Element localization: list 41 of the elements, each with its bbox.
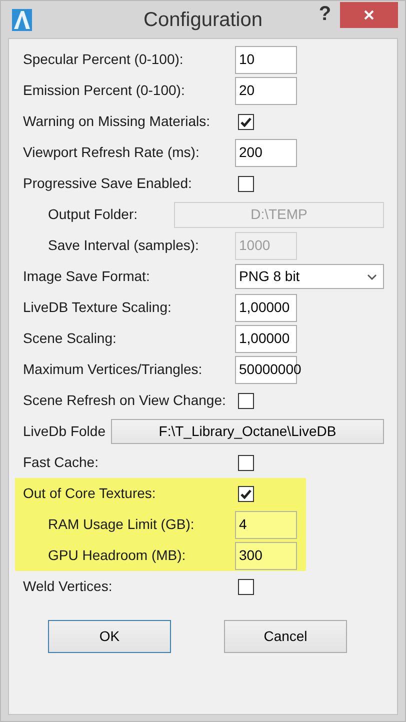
close-button[interactable]: [340, 2, 398, 28]
input-field[interactable]: 4: [235, 510, 297, 538]
field-label: LiveDB Texture Scaling:: [23, 298, 172, 317]
app-logo-icon: [12, 9, 32, 31]
input-field[interactable]: 1,00000: [235, 324, 297, 352]
field-label: Emission Percent (0-100):: [23, 81, 186, 100]
input-field[interactable]: 10: [235, 46, 297, 74]
field-label: Specular Percent (0-100):: [23, 50, 184, 69]
field-label: LiveDb Folde: [23, 422, 106, 441]
field-label: Scene Scaling:: [23, 329, 118, 348]
chevron-down-icon: [367, 274, 377, 280]
format-dropdown[interactable]: PNG 8 bit: [235, 264, 384, 289]
folder-button[interactable]: F:\T_Library_Octane\LiveDB: [111, 419, 384, 444]
field-label: Output Folder:: [48, 205, 138, 224]
checkbox[interactable]: [238, 486, 254, 502]
ok-button[interactable]: OK: [48, 620, 171, 653]
input-field[interactable]: 300: [235, 542, 297, 570]
cancel-button[interactable]: Cancel: [224, 620, 347, 653]
field-label: Viewport Refresh Rate (ms):: [23, 143, 200, 162]
window-title: Configuration: [144, 8, 262, 32]
field-label: Progressive Save Enabled:: [23, 174, 193, 193]
field-label: Image Save Format:: [23, 267, 151, 286]
checkbox[interactable]: [238, 176, 254, 192]
input-field[interactable]: 20: [235, 76, 297, 104]
field-label: RAM Usage Limit (GB):: [48, 515, 196, 534]
input-field[interactable]: 1,00000: [235, 294, 297, 322]
checkbox[interactable]: [238, 114, 254, 130]
field-label: Fast Cache:: [23, 453, 100, 472]
help-button[interactable]: ?: [315, 2, 335, 26]
field-label: Maximum Vertices/Triangles:: [23, 360, 204, 379]
checkbox[interactable]: [238, 578, 254, 594]
field-label: Weld Vertices:: [23, 577, 114, 596]
field-label: Warning on Missing Materials:: [23, 112, 211, 131]
checkbox[interactable]: [238, 454, 254, 470]
field-label: Out of Core Textures:: [23, 484, 157, 503]
input-field[interactable]: 200: [235, 138, 297, 166]
field-label: GPU Headroom (MB):: [48, 546, 187, 565]
field-label: Save Interval (samples):: [48, 236, 200, 255]
field-label: Scene Refresh on View Change:: [23, 391, 227, 410]
checkbox[interactable]: [238, 392, 254, 408]
close-icon: [364, 10, 374, 20]
